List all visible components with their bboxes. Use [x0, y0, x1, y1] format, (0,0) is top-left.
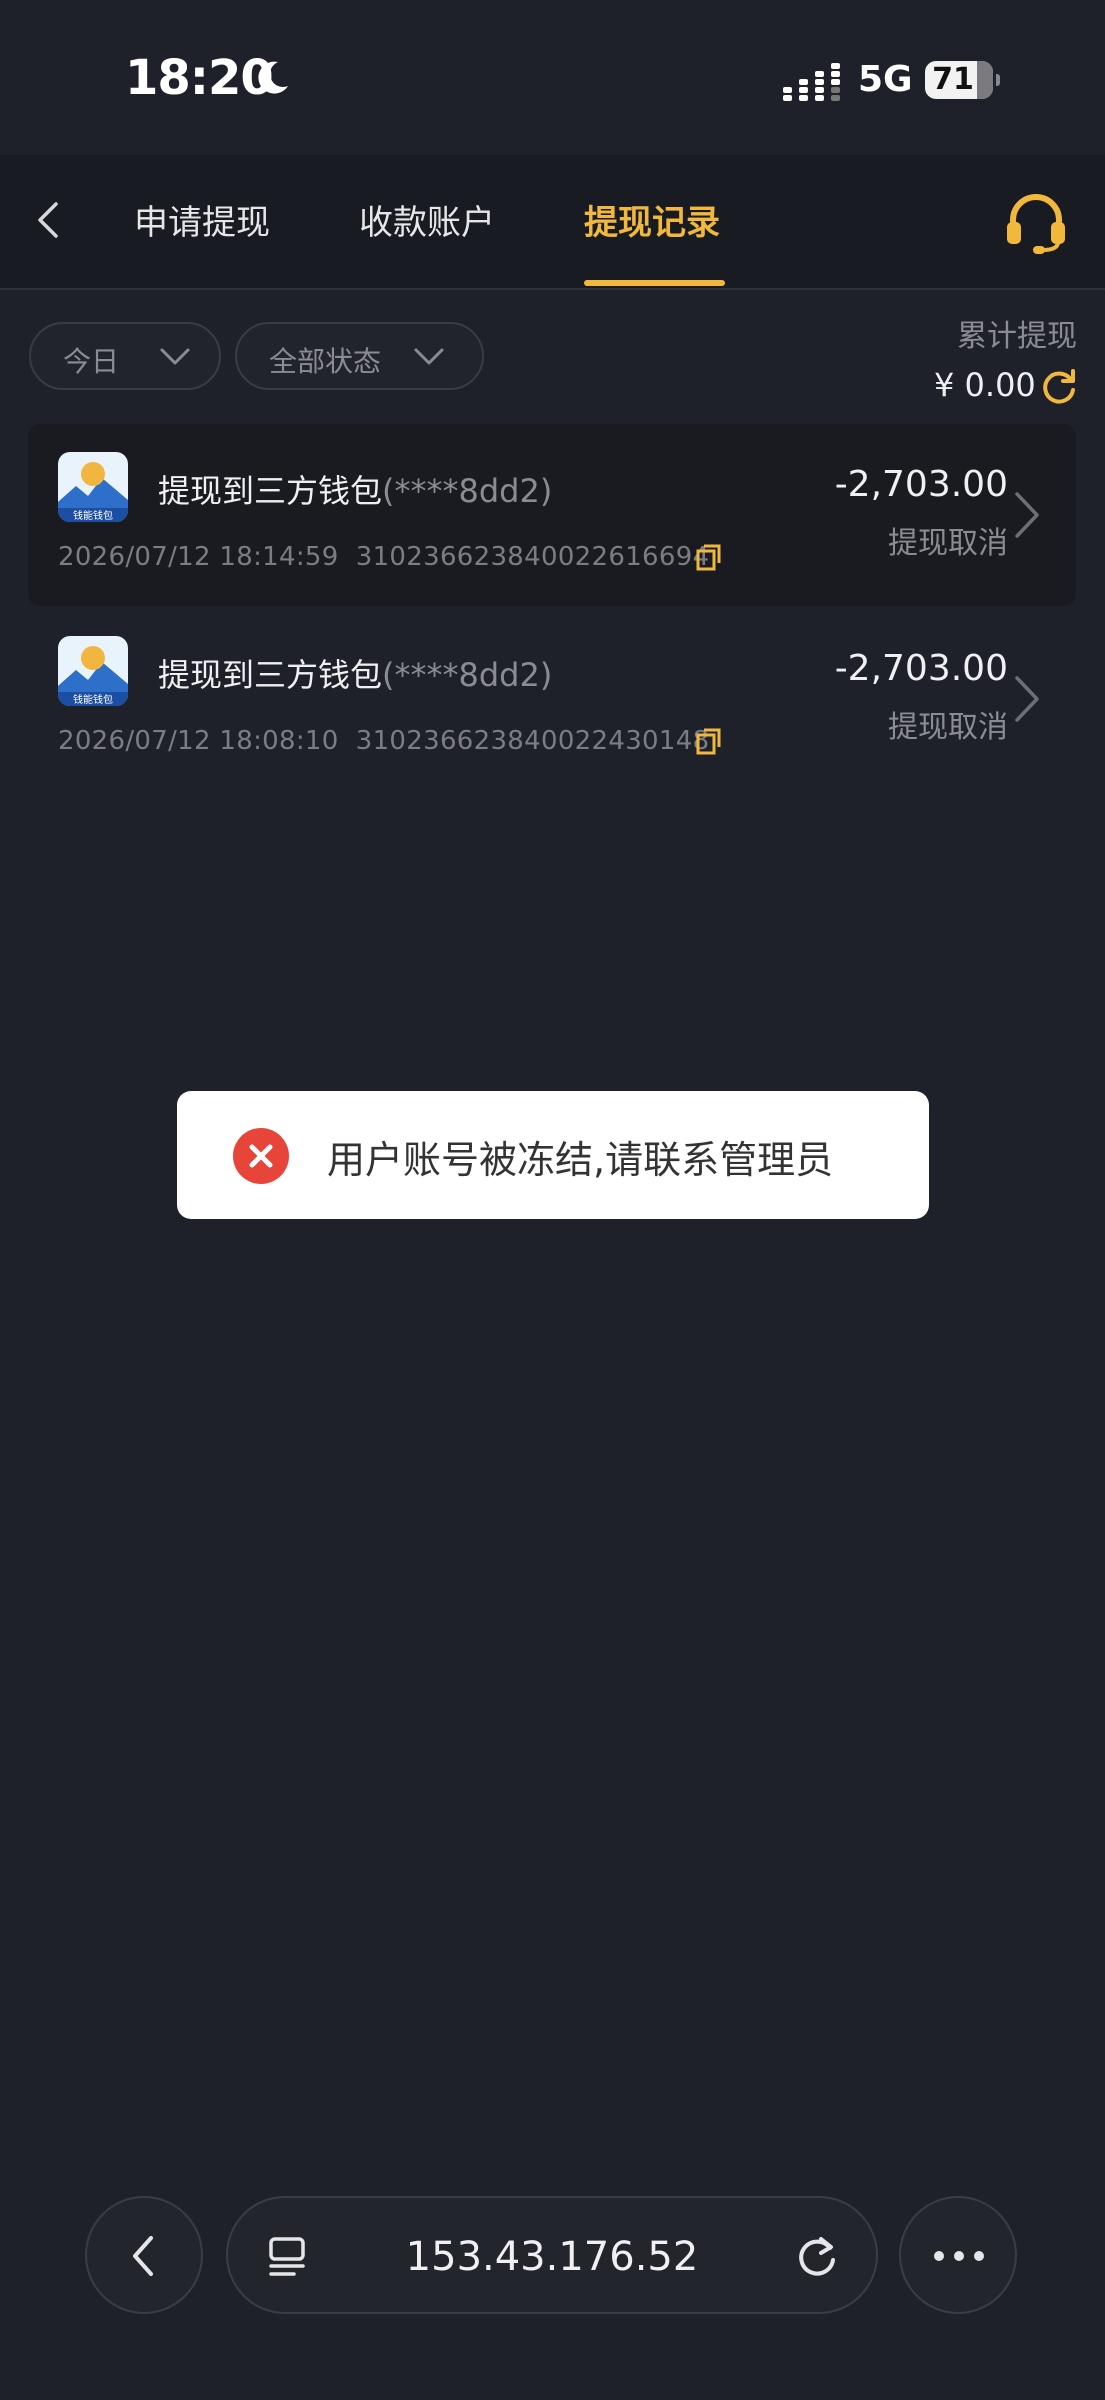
- error-toast: 用户账号被冻结,请联系管理员: [177, 1091, 929, 1219]
- record-title: 提现到三方钱包(****8dd2): [158, 656, 553, 694]
- back-icon[interactable]: [26, 198, 70, 242]
- copy-icon[interactable]: [694, 542, 724, 572]
- copy-icon[interactable]: [694, 726, 724, 756]
- svg-text:钱能钱包: 钱能钱包: [73, 693, 113, 706]
- chevron-right-icon: [1015, 676, 1039, 722]
- status-filter-dropdown[interactable]: 全部状态: [235, 322, 484, 390]
- record-account: (****8dd2): [382, 656, 553, 694]
- signal-icon: [783, 63, 840, 101]
- total-withdraw-value: ¥ 0.00: [934, 366, 1036, 404]
- status-filter-label: 全部状态: [269, 345, 382, 378]
- date-filter-label: 今日: [63, 345, 120, 378]
- record-status: 提现取消: [888, 710, 1008, 745]
- reload-icon[interactable]: [796, 2234, 840, 2278]
- battery-level: 71: [932, 62, 974, 97]
- browser-address-bar[interactable]: 153.43.176.52: [226, 2196, 878, 2314]
- tab-withdraw-records[interactable]: 提现记录: [584, 195, 720, 244]
- record-account: (****8dd2): [382, 472, 553, 510]
- record-amount: -2,703.00: [834, 464, 1008, 505]
- headset-icon[interactable]: [1003, 190, 1069, 256]
- toast-message: 用户账号被冻结,请联系管理员: [327, 1138, 834, 1182]
- moon-icon: [258, 61, 288, 94]
- record-amount: -2,703.00: [834, 648, 1008, 689]
- url-text[interactable]: 153.43.176.52: [228, 2234, 876, 2280]
- error-icon: [233, 1128, 289, 1184]
- chevron-right-icon: [1015, 492, 1039, 538]
- tab-apply-withdraw[interactable]: 申请提现: [134, 195, 270, 244]
- chevron-down-icon: [160, 348, 190, 365]
- tab-payee-account[interactable]: 收款账户: [359, 195, 495, 244]
- record-order-id: 310236623840022430148: [355, 726, 710, 756]
- browser-more-button[interactable]: [899, 2196, 1017, 2314]
- wallet-logo-icon: 钱能钱包: [58, 636, 128, 706]
- refresh-icon[interactable]: [1040, 368, 1078, 406]
- status-time: 18:20: [125, 50, 274, 106]
- chevron-down-icon: [414, 348, 444, 365]
- withdraw-record-row[interactable]: 钱能钱包 提现到三方钱包(****8dd2) 2026/07/12 18:14:…: [28, 424, 1076, 606]
- wallet-logo-icon: 钱能钱包: [58, 452, 128, 522]
- date-filter-dropdown[interactable]: 今日: [29, 322, 221, 390]
- battery-indicator: 71: [925, 61, 1000, 99]
- record-order-id: 310236623840022616694: [355, 542, 710, 572]
- record-meta: 2026/07/12 18:08:10 31023662384002243014…: [58, 726, 709, 756]
- record-title: 提现到三方钱包(****8dd2): [158, 472, 553, 510]
- svg-text:钱能钱包: 钱能钱包: [73, 509, 113, 522]
- total-withdraw-label: 累计提现: [957, 319, 1077, 354]
- record-meta: 2026/07/12 18:14:59 31023662384002261669…: [58, 542, 709, 572]
- active-tab-indicator: [584, 280, 725, 286]
- back-icon: [133, 2236, 153, 2276]
- browser-back-button[interactable]: [85, 2196, 203, 2314]
- more-icon: [934, 2251, 984, 2261]
- record-datetime: 2026/07/12 18:14:59: [58, 542, 339, 572]
- network-type: 5G: [858, 59, 913, 100]
- record-datetime: 2026/07/12 18:08:10: [58, 726, 339, 756]
- record-status: 提现取消: [888, 526, 1008, 561]
- withdraw-record-row[interactable]: 钱能钱包 提现到三方钱包(****8dd2) 2026/07/12 18:08:…: [28, 608, 1076, 790]
